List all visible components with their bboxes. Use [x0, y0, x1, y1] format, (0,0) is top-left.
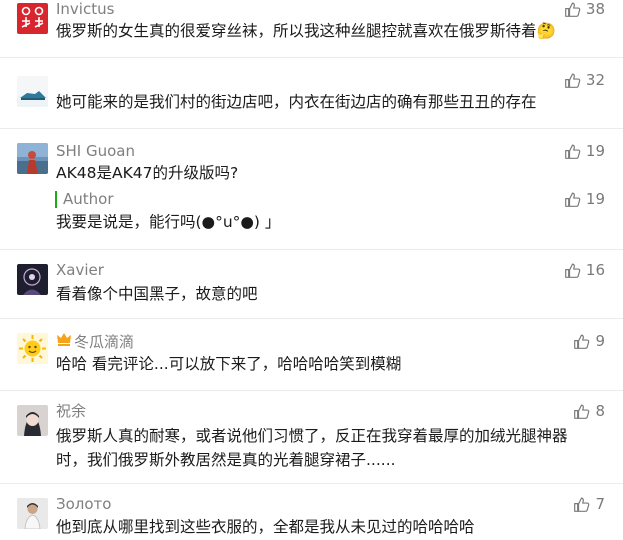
thumbs-up-icon — [564, 262, 581, 279]
avatar[interactable] — [17, 333, 48, 364]
author-reply-text: 我要是说是，能行吗(●°u°●) 」 — [56, 213, 281, 231]
like-count: 7 — [595, 495, 605, 513]
like-button[interactable]: 19 — [564, 189, 605, 209]
thumbs-up-icon — [564, 1, 581, 18]
thumbs-up-icon — [564, 191, 581, 208]
like-count: 32 — [585, 71, 605, 89]
like-button[interactable]: 8 — [573, 401, 605, 421]
comment-author[interactable]: Золото — [56, 495, 111, 513]
comment-text: 俄罗斯人真的耐寒，或者说他们习惯了，反正在我穿着最厚的加绒光腿神器 — [56, 427, 568, 445]
separator — [0, 249, 623, 250]
avatar[interactable] — [17, 143, 48, 174]
thumbs-up-icon — [573, 403, 590, 420]
like-count: 19 — [585, 190, 605, 208]
like-button[interactable]: 7 — [573, 494, 605, 514]
avatar[interactable] — [17, 405, 48, 436]
avatar[interactable] — [17, 76, 48, 107]
comment-author[interactable]: 祝余 — [56, 402, 86, 420]
thumbs-up-icon — [564, 143, 581, 160]
comment-text: 哈哈 看完评论...可以放下来了，哈哈哈哈笑到模糊 — [56, 355, 402, 373]
like-button[interactable]: 16 — [564, 260, 605, 280]
like-count: 8 — [595, 402, 605, 420]
comment-text: 她可能来的是我们村的街边店吧，内衣在街边店的确有那些丑丑的存在 — [56, 93, 537, 111]
like-count: 16 — [585, 261, 605, 279]
like-button[interactable]: 19 — [564, 141, 605, 161]
like-button[interactable]: 32 — [564, 70, 605, 90]
avatar[interactable] — [17, 264, 48, 295]
separator — [0, 57, 623, 58]
thumbs-up-icon — [573, 496, 590, 513]
comment-text: 看着像个中国黑子，故意的吧 — [56, 285, 258, 303]
author-reply-label: Author — [55, 191, 114, 208]
comment-author[interactable]: Invictus — [56, 0, 114, 18]
separator — [0, 483, 623, 484]
separator — [0, 318, 623, 319]
comment-text-continued: 时，我们俄罗斯外教居然是真的光着腿穿裙子...... — [56, 451, 396, 469]
crown-icon — [56, 332, 72, 351]
like-count: 9 — [595, 332, 605, 350]
comment-author[interactable]: 冬瓜滴滴 — [56, 332, 134, 351]
separator — [0, 128, 623, 129]
comment-text: 他到底从哪里找到这些衣服的，全都是我从未见过的哈哈哈哈 — [56, 518, 475, 536]
like-button[interactable]: 38 — [564, 0, 605, 19]
thumbs-up-icon — [564, 72, 581, 89]
comment-text: 俄罗斯的女生真的很爱穿丝袜，所以我这种丝腿控就喜欢在俄罗斯待着🤔 — [56, 22, 556, 40]
comment-author[interactable]: Xavier — [56, 261, 104, 279]
thumbs-up-icon — [573, 333, 590, 350]
comment-author[interactable]: SHI Guoan — [56, 142, 135, 160]
comment-author-name: 冬瓜滴滴 — [74, 332, 135, 351]
avatar[interactable] — [17, 3, 48, 34]
comment-text: AK48是AK47的升级版吗? — [56, 164, 239, 182]
separator — [0, 390, 623, 391]
like-count: 19 — [585, 142, 605, 160]
avatar[interactable] — [17, 498, 48, 529]
like-button[interactable]: 9 — [573, 331, 605, 351]
like-count: 38 — [585, 0, 605, 18]
